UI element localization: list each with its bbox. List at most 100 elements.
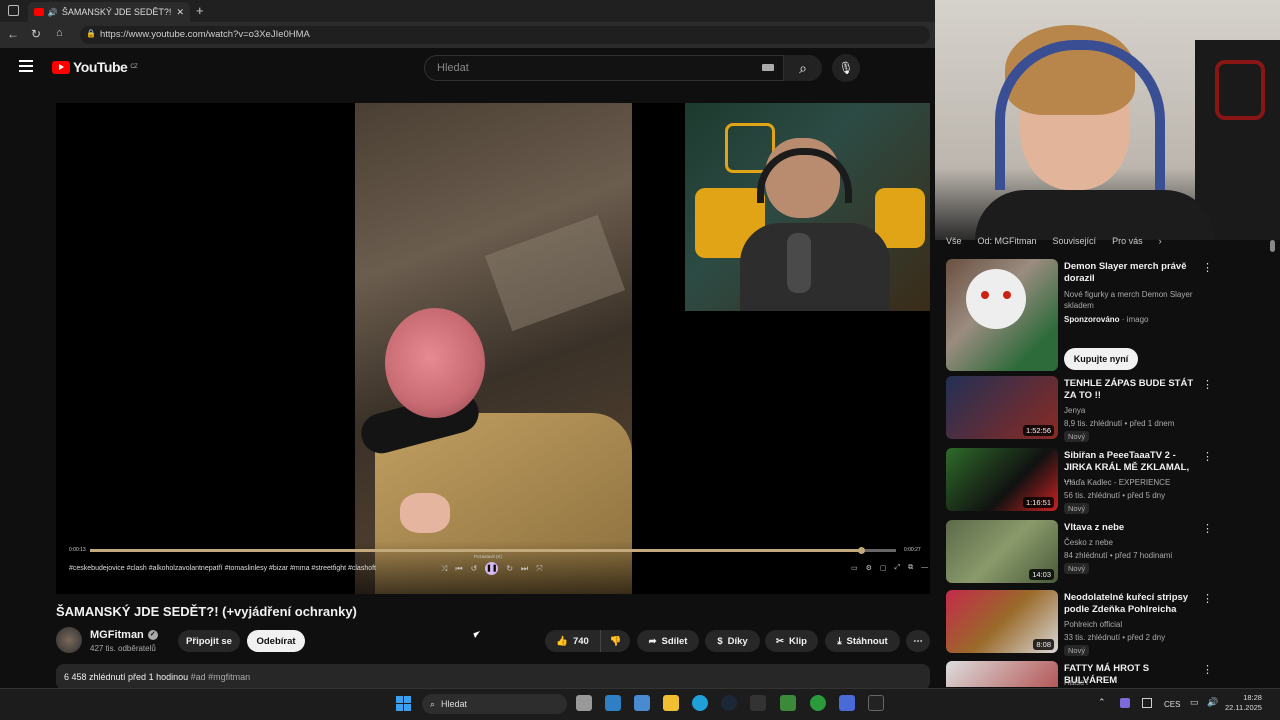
kebab-menu-icon[interactable]: ⋮	[1202, 522, 1213, 535]
shuffle-icon[interactable]: ⤨	[441, 564, 447, 575]
scrollbar[interactable]	[1270, 240, 1275, 252]
download-button[interactable]: ⤓ Stáhnout	[825, 630, 900, 652]
search-button[interactable]: ⌕	[784, 55, 822, 81]
item-title[interactable]: TENHLE ZÁPAS BUDE STÁT ZA TO !!	[1064, 378, 1194, 402]
progress-scrubber[interactable]	[858, 547, 865, 554]
settings-icon[interactable]: ⚙	[866, 564, 872, 572]
chip-from-channel[interactable]: Od: MGFitman	[978, 236, 1037, 246]
previous-icon[interactable]: ⏮	[455, 564, 462, 575]
item-channel[interactable]: Česko z nebe	[1064, 537, 1113, 548]
item-channel[interactable]: HaiseT	[1064, 677, 1089, 687]
description-tags[interactable]: #ad #mgfitman	[191, 672, 251, 682]
speaker-icon[interactable]: 🔊	[48, 8, 58, 17]
new-tab-button[interactable]: +	[196, 3, 204, 18]
item-title[interactable]: Vltava z nebe	[1064, 522, 1194, 534]
nvidia-icon[interactable]	[780, 695, 796, 711]
list-item[interactable]: FATTY MÁ HROT S BULVÁREM HaiseT ⋮	[946, 661, 1264, 687]
tray-app-icon[interactable]	[1120, 698, 1130, 708]
xbox-icon[interactable]	[810, 695, 826, 711]
video-player[interactable]: 0:00:13 0:00:27 Pozastavit (K) #ceskebud…	[56, 103, 930, 594]
item-channel[interactable]: Jenya	[1064, 405, 1085, 416]
subscribe-button[interactable]: Odebírat	[247, 630, 305, 652]
app-icon[interactable]	[839, 695, 855, 711]
language-indicator[interactable]: CES	[1164, 700, 1180, 709]
back-icon[interactable]: ←	[7, 27, 19, 41]
item-channel[interactable]: Vláďa Kadlec - EXPERIENCE	[1064, 477, 1170, 488]
list-item[interactable]: 1:16:51 Sibiřan a PeeeTaaaTV 2 - JIRKA K…	[946, 448, 1264, 514]
next-icon[interactable]: ⏭	[521, 564, 528, 575]
facecam-overlay	[685, 103, 930, 311]
ad-thumbnail[interactable]	[946, 259, 1058, 371]
app-icon[interactable]	[634, 695, 650, 711]
clip-button[interactable]: ✂ Klip	[765, 630, 818, 652]
forward-icon[interactable]: ↻	[506, 564, 513, 575]
app-icon[interactable]	[750, 695, 766, 711]
file-explorer-icon[interactable]	[663, 695, 679, 711]
url-input[interactable]: https://www.youtube.com/watch?v=o3XeJIe0…	[80, 26, 930, 44]
window-menu-icon[interactable]	[8, 5, 19, 16]
video-thumbnail[interactable]: 8:08	[946, 590, 1058, 653]
channel-name-row[interactable]: MGFitman ✓	[90, 629, 158, 641]
more-icon[interactable]: —	[921, 564, 928, 572]
steam-icon[interactable]	[721, 695, 737, 711]
kebab-menu-icon[interactable]: ⋮	[1202, 378, 1213, 391]
list-item[interactable]: 1:52:56 TENHLE ZÁPAS BUDE STÁT ZA TO !! …	[946, 376, 1264, 442]
list-item[interactable]: 14:03 Vltava z nebe Česko z nebe 84 zhlé…	[946, 520, 1264, 586]
loop-icon[interactable]: ⤧	[536, 564, 542, 575]
ad-cta-button[interactable]: Kupujte nyní	[1064, 348, 1138, 370]
voice-search-button[interactable]: 🎙	[832, 54, 860, 82]
kebab-menu-icon[interactable]: ⋮	[1202, 450, 1213, 463]
task-view-icon[interactable]	[576, 695, 592, 711]
epic-games-icon[interactable]	[868, 695, 884, 711]
pip-icon[interactable]: ⧉	[908, 564, 913, 572]
video-thumbnail[interactable]: 1:16:51	[946, 448, 1058, 511]
kebab-menu-icon[interactable]: ⋮	[1202, 663, 1213, 676]
kebab-menu-icon[interactable]: ⋮	[1202, 592, 1213, 605]
menu-icon[interactable]	[19, 60, 33, 72]
app-icon[interactable]	[605, 695, 621, 711]
video-thumbnail[interactable]: 1:52:56	[946, 376, 1058, 439]
home-icon[interactable]: ⌂	[56, 27, 63, 39]
system-clock[interactable]: 18:28 22.11.2025	[1225, 693, 1262, 713]
youtube-logo[interactable]: YouTube CZ	[52, 59, 138, 75]
keyboard-icon[interactable]	[762, 64, 774, 71]
download-label: Stáhnout	[846, 635, 888, 647]
browser-tab[interactable]: 🔊 ŠAMANSKÝ JDE SEDĚT?! (+v ✕	[28, 2, 190, 22]
rewind-icon[interactable]: ↺	[471, 564, 478, 575]
dislike-button[interactable]: 👎	[600, 630, 630, 652]
more-actions-button[interactable]: ⋯	[906, 630, 930, 652]
item-title[interactable]: Neodolatelné kuřecí stripsy podle Zdeňka…	[1064, 592, 1194, 616]
volume-icon[interactable]: 🔊	[1207, 697, 1218, 708]
view-stats: 6 458 zhlédnutí před 1 hodinou	[64, 672, 189, 682]
subtitles-icon[interactable]: ▭	[851, 564, 858, 572]
list-item[interactable]: 8:08 Neodolatelné kuřecí stripsy podle Z…	[946, 590, 1264, 656]
video-thumbnail[interactable]: 14:03	[946, 520, 1058, 583]
item-channel[interactable]: Pohlreich official	[1064, 619, 1122, 630]
share-button[interactable]: ➦ Sdílet	[637, 630, 699, 652]
search-input[interactable]: Hledat	[424, 55, 784, 81]
chevron-right-icon[interactable]: ›	[1159, 236, 1162, 246]
pause-icon[interactable]: ❚❚	[485, 562, 499, 575]
theater-icon[interactable]: ▢	[880, 564, 887, 572]
taskbar-search[interactable]: ⌕ Hledat	[422, 694, 567, 714]
chip-related[interactable]: Související	[1053, 236, 1097, 246]
tray-chevron-icon[interactable]: ⌃	[1098, 697, 1106, 708]
kebab-menu-icon[interactable]: ⋮	[1202, 261, 1213, 274]
ad-title[interactable]: Demon Slayer merch právě dorazil	[1064, 261, 1194, 285]
chip-for-you[interactable]: Pro vás	[1112, 236, 1143, 246]
tray-app-icon[interactable]	[1142, 698, 1152, 708]
windows-start-icon[interactable]	[396, 696, 411, 711]
reload-icon[interactable]: ↻	[31, 27, 41, 41]
like-button[interactable]: 👍 740	[545, 630, 600, 652]
join-button[interactable]: Připojit se	[178, 630, 240, 652]
video-thumbnail[interactable]	[946, 661, 1058, 687]
description-box[interactable]: 6 458 zhlédnutí před 1 hodinou #ad #mgfi…	[56, 664, 930, 690]
fullscreen-icon[interactable]: ⤢	[895, 564, 901, 572]
channel-name[interactable]: MGFitman	[90, 629, 144, 641]
chip-all[interactable]: Vše	[946, 236, 962, 246]
channel-avatar[interactable]	[56, 627, 82, 653]
thanks-button[interactable]: $ Díky	[705, 630, 760, 652]
close-tab-icon[interactable]: ✕	[176, 7, 184, 18]
network-icon[interactable]: ▭	[1190, 697, 1199, 708]
edge-icon[interactable]	[692, 695, 708, 711]
